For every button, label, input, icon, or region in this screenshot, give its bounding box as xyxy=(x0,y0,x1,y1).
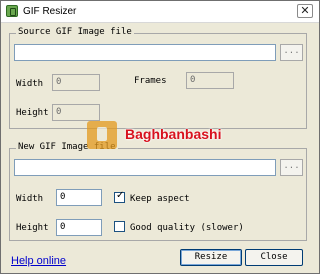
resize-button[interactable]: Resize xyxy=(180,249,242,266)
source-width-label: Width xyxy=(16,79,44,89)
window-close-button[interactable]: ✕ xyxy=(297,4,313,18)
app-icon xyxy=(6,5,18,17)
window-title: GIF Resizer xyxy=(23,6,77,17)
source-browse-button[interactable]: ... xyxy=(280,44,303,61)
title-bar[interactable]: GIF Resizer ✕ xyxy=(1,1,319,23)
gif-resizer-window: GIF Resizer ✕ Source GIF Image file ... … xyxy=(0,0,320,274)
keep-aspect-checkbox[interactable]: ✓ xyxy=(114,190,125,203)
source-path-input[interactable] xyxy=(14,44,276,61)
new-gif-group: New GIF Image file ... Width 0 ✓ Keep as… xyxy=(9,142,307,241)
watermark: Baghbanbashi xyxy=(87,121,221,149)
new-width-label: Width xyxy=(16,194,44,204)
source-width-field: 0 xyxy=(52,74,100,91)
new-browse-button[interactable]: ... xyxy=(280,159,303,176)
close-button[interactable]: Close xyxy=(245,249,303,266)
watermark-text: Baghbanbashi xyxy=(125,126,222,142)
help-online-link[interactable]: Help online xyxy=(11,255,66,267)
watermark-logo-icon xyxy=(87,121,117,149)
source-group-title: Source GIF Image file xyxy=(16,27,134,37)
source-height-field: 0 xyxy=(52,104,100,121)
source-frames-field: 0 xyxy=(186,72,234,89)
source-frames-label: Frames xyxy=(134,76,167,86)
good-quality-checkbox[interactable] xyxy=(114,221,125,232)
source-height-label: Height xyxy=(16,108,49,118)
keep-aspect-label[interactable]: Keep aspect xyxy=(130,194,190,204)
source-gif-group: Source GIF Image file ... Width 0 Frames… xyxy=(9,27,307,129)
new-path-input[interactable] xyxy=(14,159,276,176)
new-height-label: Height xyxy=(16,223,49,233)
new-width-input[interactable]: 0 xyxy=(56,189,102,206)
checkmark-icon: ✓ xyxy=(116,190,125,201)
new-height-input[interactable]: 0 xyxy=(56,219,102,236)
good-quality-label[interactable]: Good quality (slower) xyxy=(130,223,244,233)
